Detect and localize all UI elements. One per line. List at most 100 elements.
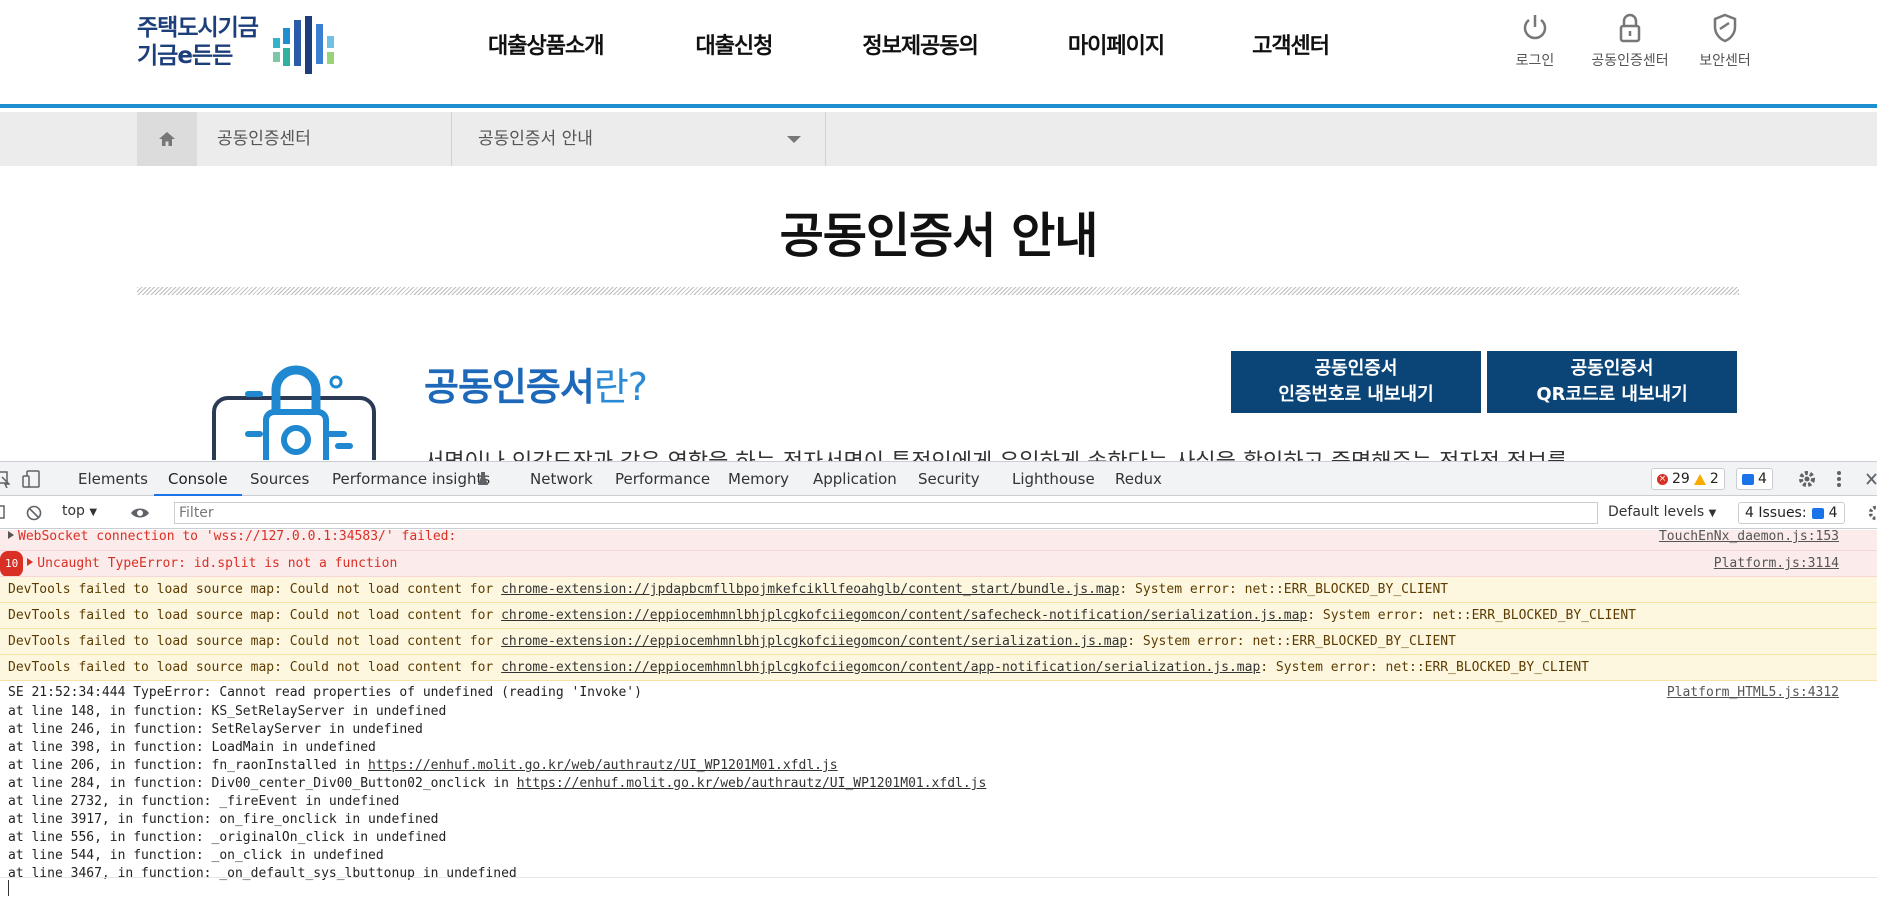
- nav-mypage[interactable]: 마이페이지: [1068, 28, 1165, 62]
- more-options-icon[interactable]: [1836, 470, 1842, 488]
- breadcrumb-level-2-label: 공동인증서 안내: [478, 129, 593, 149]
- stack-trace-url-link[interactable]: https://enhuf.molit.go.kr/web/authrautz/…: [368, 758, 838, 773]
- site-logo[interactable]: 주택도시기금 기금e든든: [137, 14, 347, 76]
- tab-memory[interactable]: Memory: [728, 462, 789, 496]
- tab-lighthouse[interactable]: Lighthouse: [1012, 462, 1095, 496]
- tab-sources[interactable]: Sources: [250, 462, 309, 496]
- logo-line-1: 주택도시기금: [137, 15, 259, 41]
- stack-trace: at line 148, in function: KS_SetRelaySer…: [0, 703, 1877, 883]
- issues-count: 4: [1828, 505, 1838, 521]
- console-input-caret: [8, 880, 9, 896]
- repeat-count-badge: 10: [0, 551, 24, 576]
- sourcemap-url-link[interactable]: chrome-extension://eppiocemhmnlbhjplcgko…: [501, 634, 1127, 649]
- tab-security[interactable]: Security: [918, 462, 980, 496]
- login-link[interactable]: 로그인: [1480, 12, 1590, 70]
- context-label: top: [62, 503, 85, 519]
- logo-text: 주택도시기금 기금e든든: [137, 14, 259, 70]
- site-header: 주택도시기금 기금e든든 대출상품소개 대출신청 정보제공동의 마이페이지 고객…: [0, 0, 1877, 108]
- issues-label: 4 Issues:: [1745, 505, 1807, 521]
- console-warning-sourcemap: DevTools failed to load source map: Coul…: [0, 655, 1877, 681]
- console-settings-gear-icon[interactable]: [1868, 505, 1877, 521]
- messages-count-badge[interactable]: 4: [1736, 468, 1773, 490]
- warning-count: 2: [1709, 471, 1719, 487]
- console-source-link[interactable]: Platform_HTML5.js:4312: [1667, 683, 1839, 703]
- expand-arrow-icon[interactable]: [8, 531, 14, 539]
- stack-trace-line: at line 556, in function: _originalOn_cl…: [8, 830, 447, 845]
- logo-line-2: 기금e든든: [137, 43, 233, 69]
- tab-network[interactable]: Network: [530, 462, 593, 496]
- inspect-element-icon[interactable]: [0, 470, 10, 488]
- tab-performance-insights[interactable]: Performance insights: [332, 462, 490, 496]
- stack-trace-line: at line 3917, in function: on_fire_oncli…: [8, 812, 439, 827]
- section-heading-rest: 란?: [593, 365, 648, 409]
- tab-performance[interactable]: Performance: [615, 462, 710, 496]
- export-auth-code-line-2: 인증번호로 내보내기: [1278, 384, 1434, 405]
- console-source-link[interactable]: Platform.js:3114: [1713, 551, 1839, 576]
- console-filter-input[interactable]: [174, 502, 1598, 524]
- expand-arrow-icon[interactable]: [27, 558, 34, 566]
- cert-center-link[interactable]: 공동인증센터: [1575, 12, 1685, 70]
- stack-trace-line: at line 2732, in function: _fireEvent in…: [8, 794, 400, 809]
- chevron-down-icon: ▼: [1708, 508, 1717, 519]
- device-toolbar-icon[interactable]: [22, 470, 42, 488]
- log-levels-dropdown[interactable]: Default levels ▼: [1608, 504, 1716, 520]
- logo-mark-icon: [273, 16, 334, 74]
- export-qr-line-2: QR코드로 내보내기: [1536, 384, 1688, 405]
- flask-icon: [478, 472, 488, 485]
- breadcrumb-level-1[interactable]: 공동인증센터: [197, 112, 452, 166]
- close-icon[interactable]: [1866, 473, 1877, 485]
- message-icon: [1742, 473, 1754, 485]
- stack-trace-line: at line 206, in function: fn_raonInstall…: [8, 758, 838, 773]
- tab-redux[interactable]: Redux: [1115, 462, 1162, 496]
- context-selector[interactable]: top ▼: [62, 503, 97, 519]
- tab-application[interactable]: Application: [813, 462, 897, 496]
- stack-trace-line: at line 148, in function: KS_SetRelaySer…: [8, 704, 447, 719]
- eye-icon[interactable]: [130, 506, 150, 520]
- section-heading-highlight: 공동인증서: [424, 365, 595, 409]
- console-warning-sourcemap: DevTools failed to load source map: Coul…: [0, 629, 1877, 655]
- power-icon: [1523, 15, 1547, 40]
- sidebar-toggle-icon[interactable]: [0, 505, 6, 519]
- nav-loan-apply[interactable]: 대출신청: [695, 28, 773, 62]
- login-label: 로그인: [1515, 53, 1555, 69]
- tab-console[interactable]: Console: [154, 462, 242, 496]
- sourcemap-url-link[interactable]: chrome-extension://jpdapbcmfllbpojmkefci…: [501, 582, 1119, 597]
- console-warning-sourcemap: DevTools failed to load source map: Coul…: [0, 577, 1877, 603]
- stack-trace-line: at line 544, in function: _on_click in u…: [8, 848, 384, 863]
- console-counts-badge[interactable]: × 29 2: [1651, 468, 1725, 490]
- export-by-auth-code-button[interactable]: 공동인증서 인증번호로 내보내기: [1231, 351, 1481, 413]
- shield-icon: [1713, 13, 1737, 43]
- console-error-typeerror: 10 Uncaught TypeError: id.split is not a …: [0, 551, 1877, 577]
- nav-loan-products[interactable]: 대출상품소개: [488, 28, 604, 62]
- certificate-lock-illustration-icon: [212, 365, 376, 460]
- console-output: WebSocket connection to 'wss://127.0.0.1…: [0, 530, 1877, 912]
- export-qr-line-1: 공동인증서: [1570, 358, 1654, 379]
- issues-button[interactable]: 4 Issues: 4: [1738, 502, 1845, 524]
- sourcemap-url-link[interactable]: chrome-extension://eppiocemhmnlbhjplcgko…: [501, 608, 1307, 623]
- stack-trace-url-link[interactable]: https://enhuf.molit.go.kr/web/authrautz/…: [517, 776, 987, 791]
- cert-center-label: 공동인증센터: [1591, 53, 1669, 69]
- export-by-qr-button[interactable]: 공동인증서 QR코드로 내보내기: [1487, 351, 1737, 413]
- page-title: 공동인증서 안내: [779, 208, 1099, 264]
- stack-trace-line: at line 284, in function: Div00_center_D…: [8, 776, 987, 791]
- export-auth-code-line-1: 공동인증서: [1314, 358, 1398, 379]
- main-nav: 대출상품소개 대출신청 정보제공동의 마이페이지 고객센터: [460, 28, 1330, 62]
- stack-trace-line: at line 246, in function: SetRelayServer…: [8, 722, 423, 737]
- gear-icon[interactable]: [1798, 470, 1816, 488]
- tab-elements[interactable]: Elements: [78, 462, 148, 496]
- console-source-link[interactable]: TouchEnNx_daemon.js:153: [1658, 530, 1839, 544]
- nav-info-consent[interactable]: 정보제공동의: [862, 28, 978, 62]
- error-count-icon: ×: [1657, 473, 1668, 485]
- sourcemap-url-link[interactable]: chrome-extension://eppiocemhmnlbhjplcgko…: [501, 660, 1260, 675]
- breadcrumb-level-2-dropdown[interactable]: 공동인증서 안내: [452, 112, 826, 166]
- devtools-panel: Elements Console Sources Performance ins…: [0, 461, 1877, 912]
- console-toolbar: top ▼ Default levels ▼ 4 Issues: 4: [0, 497, 1877, 529]
- breadcrumb-home[interactable]: [137, 112, 197, 166]
- nav-customer-center[interactable]: 고객센터: [1252, 28, 1330, 62]
- console-log-trace-header: SE 21:52:34:444 TypeError: Cannot read p…: [0, 683, 1877, 703]
- chevron-down-icon: [787, 136, 801, 143]
- security-center-link[interactable]: 보안센터: [1670, 12, 1780, 70]
- home-icon: [159, 132, 175, 146]
- console-prompt[interactable]: [0, 877, 1877, 905]
- clear-console-icon[interactable]: [26, 505, 42, 521]
